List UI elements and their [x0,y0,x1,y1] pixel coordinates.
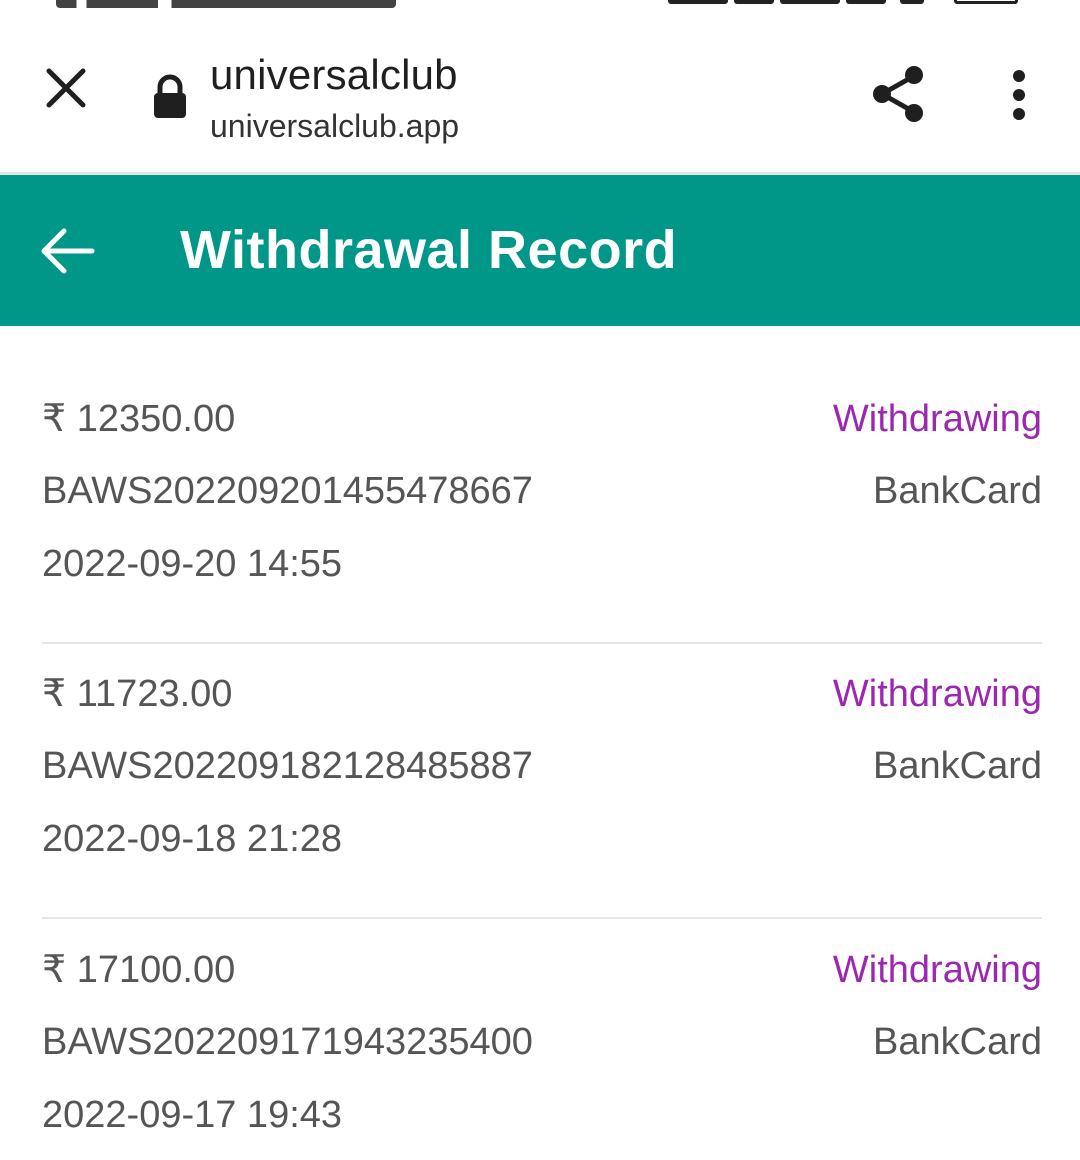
record-item[interactable]: ₹ 12350.00 Withdrawing BAWS2022092014554… [42,326,1042,585]
status-bar-time [56,0,396,8]
page-title: Withdrawal Record [180,220,678,280]
site-title: universalclub [210,51,458,98]
status-bar-indicators [668,0,1018,6]
record-order-id: BAWS202209182128485887 [42,745,533,787]
status-bar [0,0,1080,16]
more-vert-icon [1013,70,1025,120]
share-icon [873,66,923,122]
share-button[interactable] [868,62,932,126]
record-time: 2022-09-17 19:43 [42,1094,343,1136]
record-amount: ₹ 17100.00 [42,949,236,991]
more-options-button[interactable] [996,66,1042,126]
app-header: Withdrawal Record [0,175,1080,326]
record-time: 2022-09-20 14:55 [42,543,343,585]
record-status: Withdrawing [832,398,1042,440]
record-order-id: BAWS202209201455478667 [42,470,533,512]
browser-toolbar: universalclub universalclub.app [0,16,1080,172]
site-domain: universalclub.app [210,108,460,144]
record-method: BankCard [873,1021,1042,1063]
record-amount: ₹ 11723.00 [42,673,233,715]
record-method: BankCard [873,745,1042,787]
lock-icon [154,74,186,118]
url-block[interactable]: universalclub universalclub.app [210,50,459,148]
record-item[interactable]: ₹ 11723.00 Withdrawing BAWS2022091821284… [42,601,1042,860]
close-icon [46,68,86,108]
close-button[interactable] [38,60,94,116]
record-status: Withdrawing [832,673,1042,715]
record-amount: ₹ 12350.00 [42,398,236,440]
record-method: BankCard [873,470,1042,512]
arrow-back-icon [41,228,95,274]
record-time: 2022-09-18 21:28 [42,818,343,860]
record-status: Withdrawing [832,949,1042,991]
record-item[interactable]: ₹ 17100.00 Withdrawing BAWS2022091719432… [42,877,1042,1136]
back-button[interactable] [36,219,100,283]
record-order-id: BAWS202209171943235400 [42,1021,533,1063]
